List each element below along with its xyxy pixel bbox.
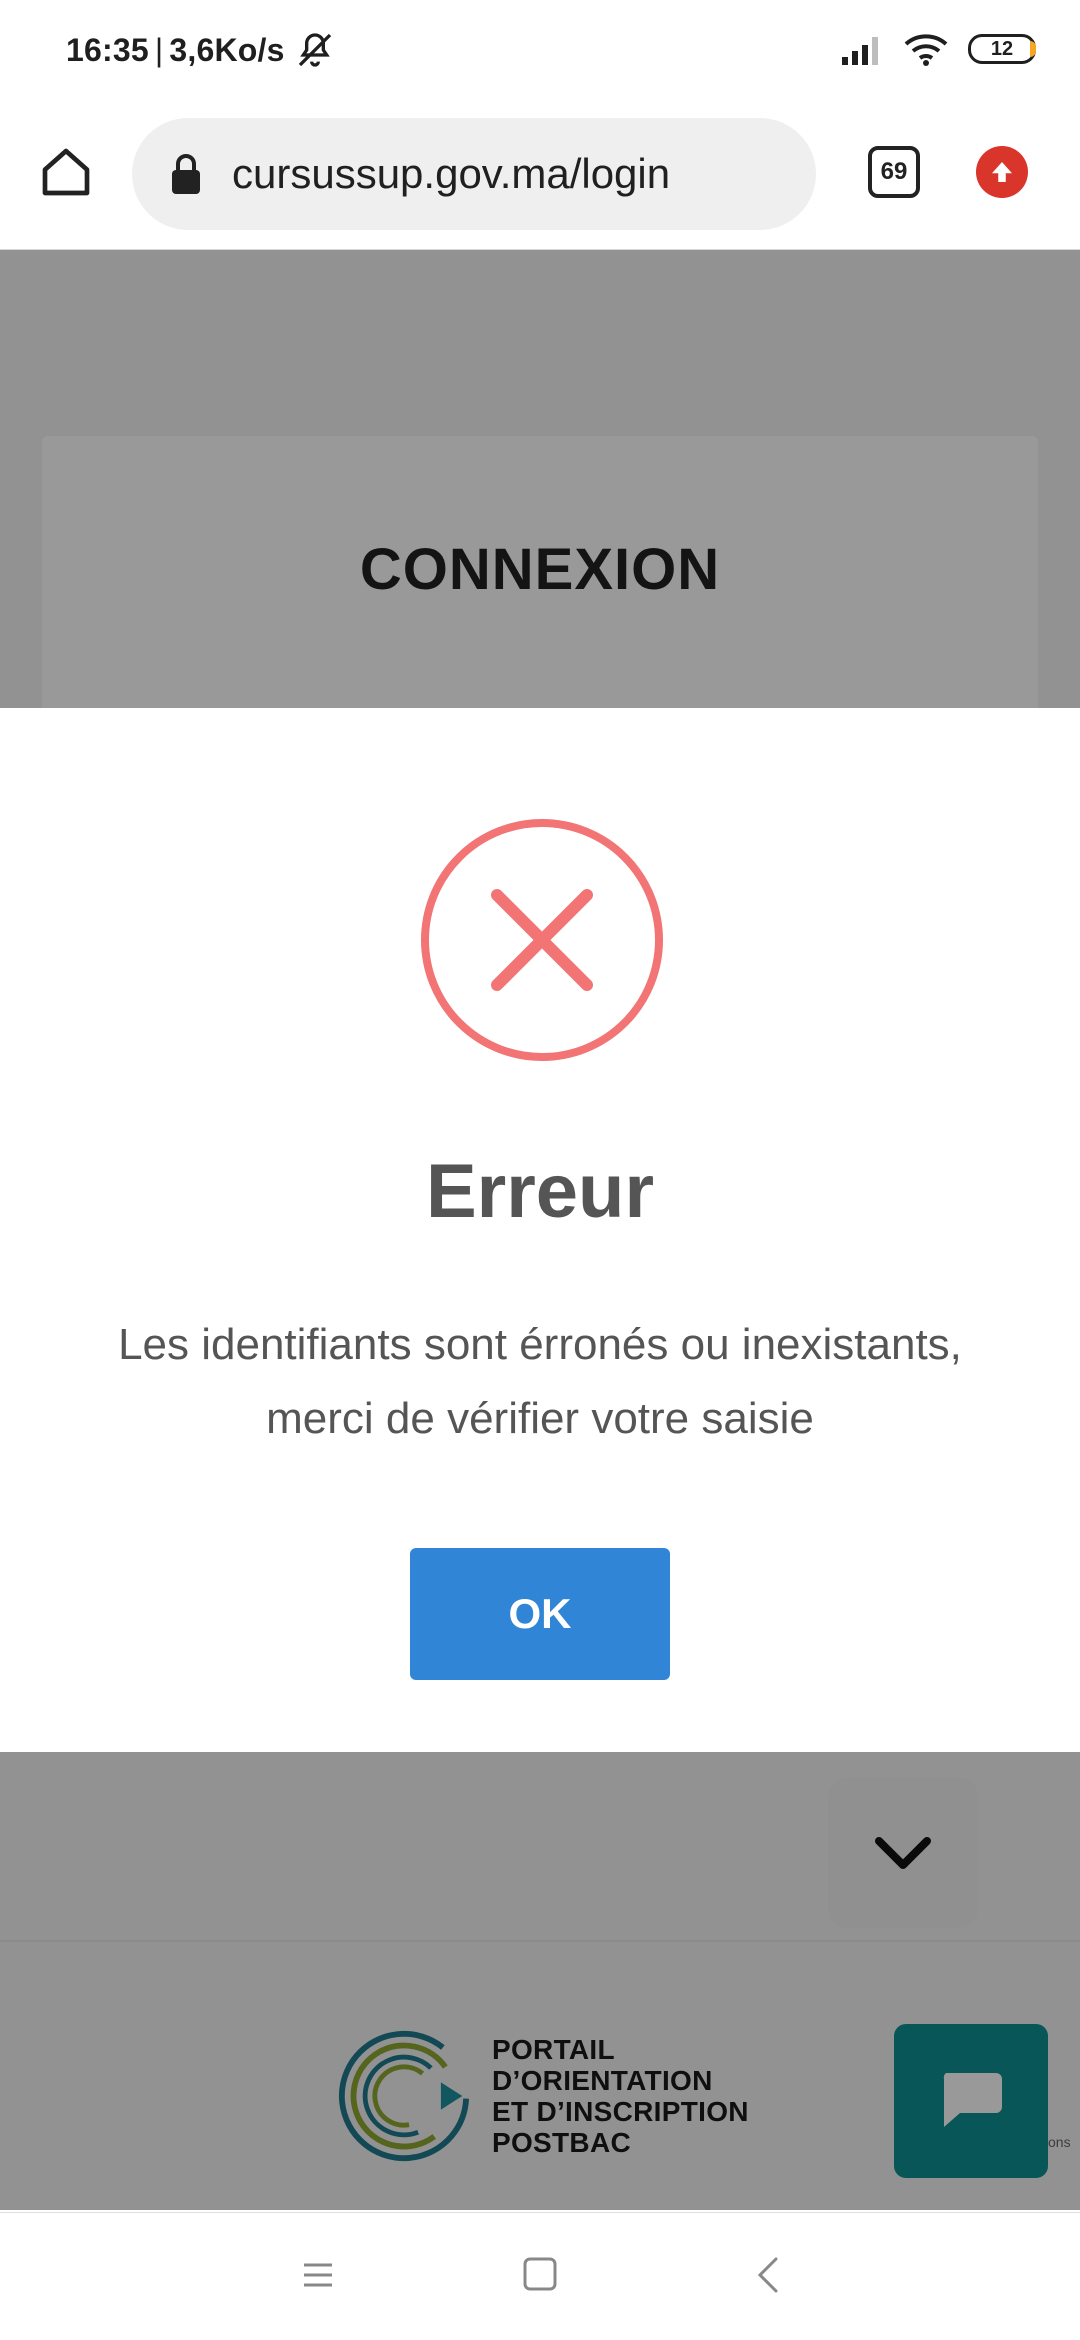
error-x-icon xyxy=(421,819,663,1061)
recent-apps-icon[interactable] xyxy=(300,2257,336,2293)
dialog-title: Erreur xyxy=(425,1149,655,1234)
back-icon[interactable] xyxy=(754,2255,782,2295)
status-separator: | xyxy=(154,31,164,68)
status-bar: 16:35 | 3,6Ko/s 12 xyxy=(0,0,1080,104)
tab-count: 69 xyxy=(880,158,908,185)
url-text: cursussup.gov.ma/login xyxy=(232,150,671,197)
battery-level: 12 xyxy=(990,37,1014,60)
dialog-message: Les identifiants sont érronés ou inexist… xyxy=(118,1320,962,1443)
tabs-button[interactable]: 69 xyxy=(868,146,920,198)
home-nav-icon[interactable] xyxy=(522,2255,558,2293)
system-nav-bar xyxy=(0,2212,1080,2340)
network-speed: 3,6Ko/s xyxy=(169,31,285,68)
status-left: 16:35 | 3,6Ko/s xyxy=(66,30,335,70)
update-icon[interactable] xyxy=(976,146,1028,198)
address-bar[interactable]: cursussup.gov.ma/login xyxy=(132,118,816,230)
arrow-up-icon xyxy=(992,162,1012,182)
mute-icon xyxy=(298,33,331,67)
wifi-icon xyxy=(904,34,948,66)
lock-icon xyxy=(172,154,200,194)
error-dialog: Erreur Les identifiants sont érronés ou … xyxy=(0,708,1080,1752)
status-time: 16:35 xyxy=(66,31,149,68)
ok-button[interactable]: OK xyxy=(410,1548,670,1680)
signal-icon xyxy=(842,37,878,65)
status-right: 12 xyxy=(840,32,1036,66)
browser-toolbar: cursussup.gov.ma/login 69 xyxy=(0,104,1080,250)
home-icon[interactable] xyxy=(38,144,94,200)
battery-icon: 12 xyxy=(968,34,1036,64)
screen: 16:35 | 3,6Ko/s 12 cursussup.gov.ma/logi… xyxy=(0,0,1080,2340)
